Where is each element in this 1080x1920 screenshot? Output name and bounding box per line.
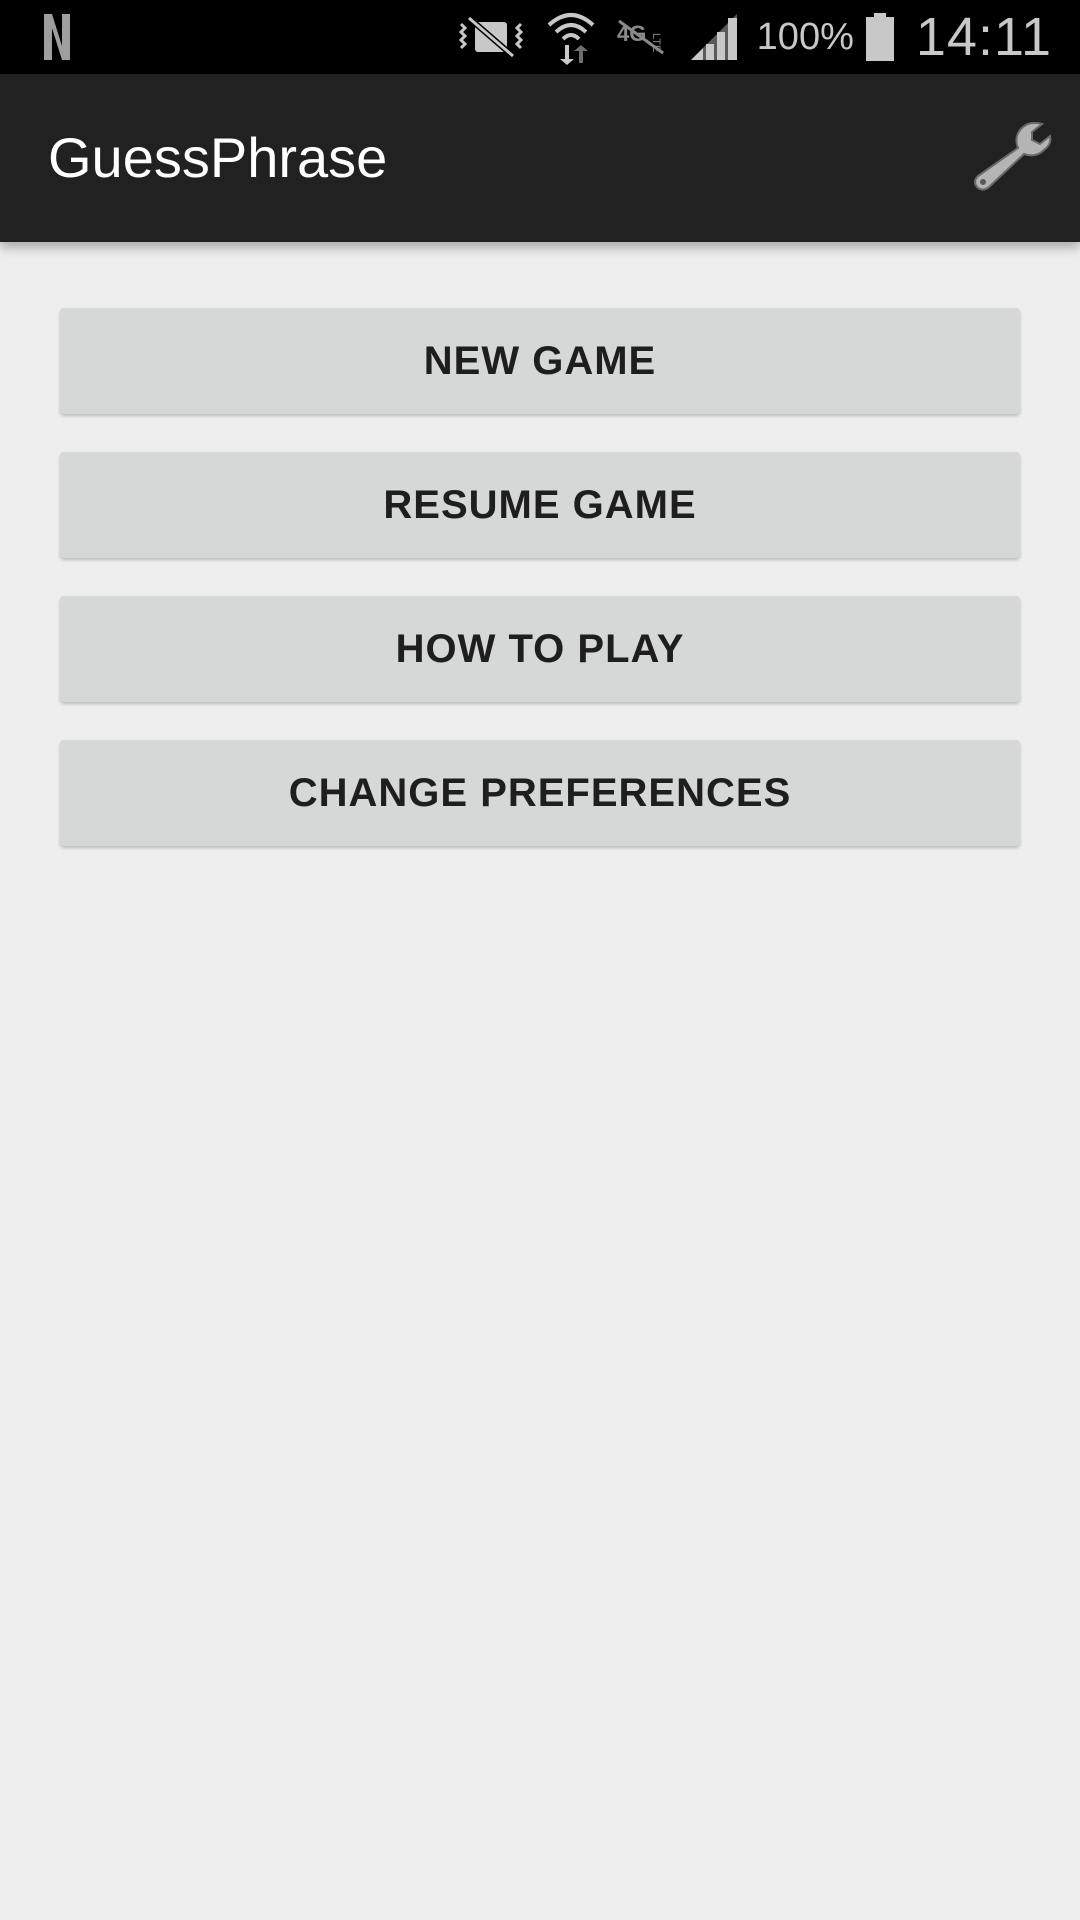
netflix-n-icon [44, 14, 70, 60]
clock: 14:11 [915, 7, 1052, 67]
wrench-icon [974, 121, 1052, 191]
status-icons: 4G LTE 100% 14:11 [455, 0, 1052, 74]
change-preferences-button[interactable]: CHANGE PREFERENCES [60, 740, 1020, 846]
app-title: GuessPhrase [48, 126, 388, 189]
lte-off-icon: 4G LTE [617, 19, 664, 55]
wifi-icon [547, 13, 595, 65]
battery-icon [865, 13, 894, 61]
how-to-play-button[interactable]: HOW TO PLAY [60, 596, 1020, 702]
signal-icon [690, 14, 737, 60]
vibrate-mute-icon [458, 15, 523, 59]
resume-game-button[interactable]: RESUME GAME [60, 452, 1020, 558]
battery-percentage: 100% [756, 15, 854, 58]
new-game-button[interactable]: NEW GAME [60, 308, 1020, 414]
app-bar: GuessPhrase [0, 74, 1080, 242]
settings-button[interactable] [972, 121, 1052, 194]
main-menu: NEW GAME RESUME GAME HOW TO PLAY CHANGE … [0, 242, 1080, 1920]
svg-text:4G: 4G [617, 21, 646, 46]
status-bar: 4G LTE 100% 14:11 [0, 0, 1080, 74]
